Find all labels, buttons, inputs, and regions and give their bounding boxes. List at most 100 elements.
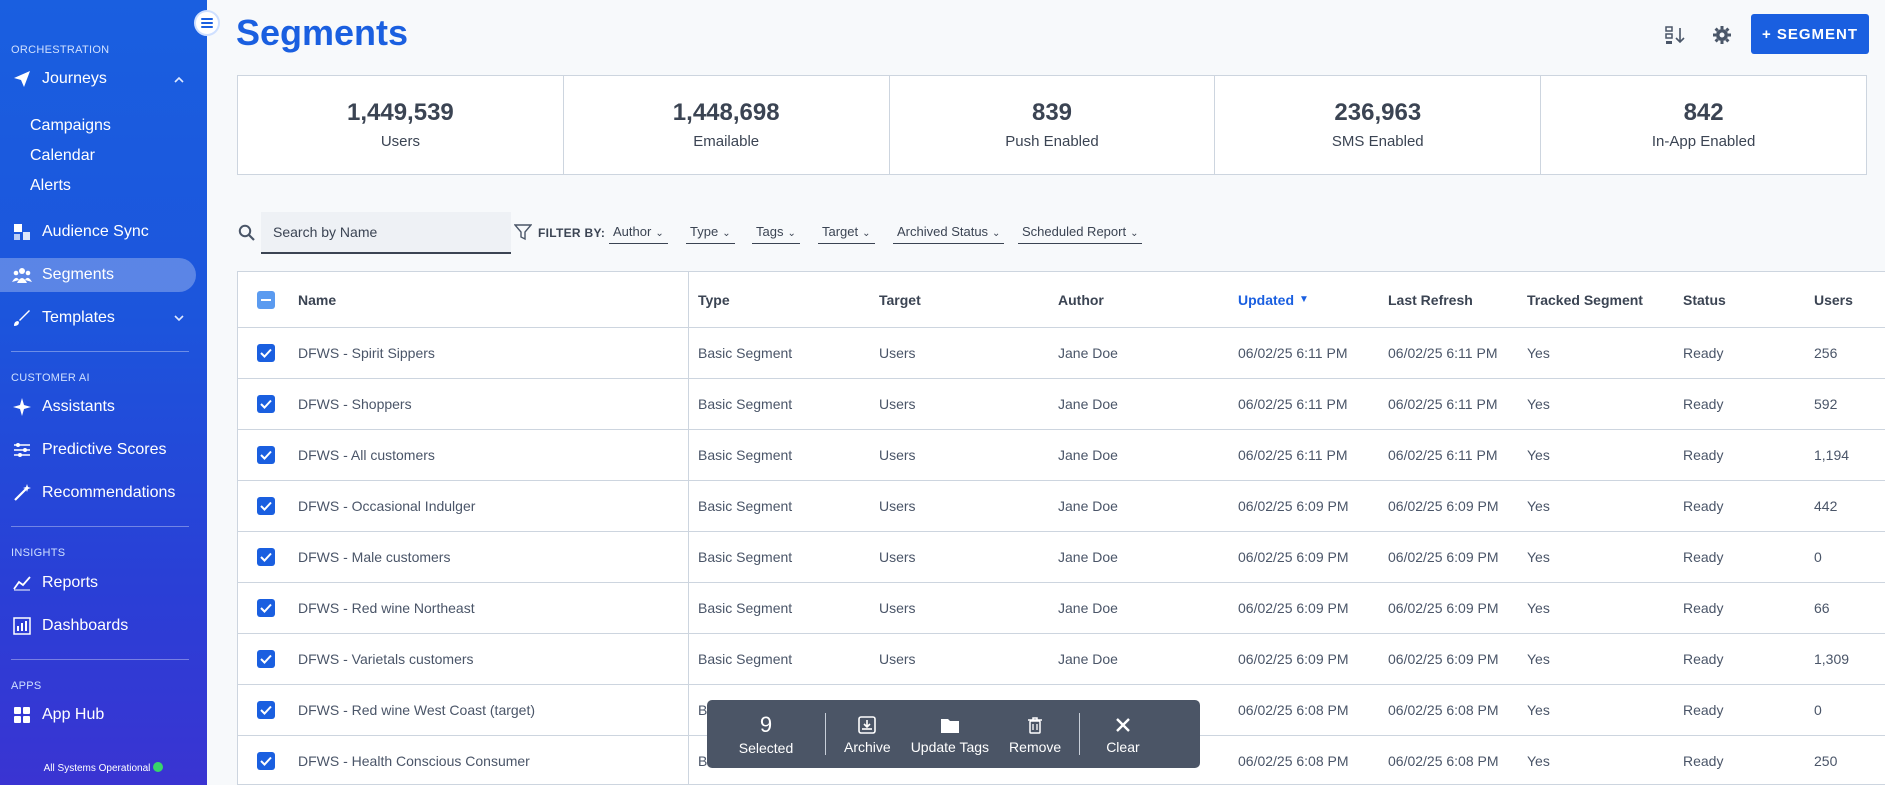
system-status[interactable]: All Systems Operational: [0, 762, 207, 774]
cell-last-refresh: 06/02/25 6:09 PM: [1388, 651, 1499, 667]
sidebar-item-journeys[interactable]: Journeys: [0, 62, 196, 96]
cell-name[interactable]: DFWS - Male customers: [298, 532, 450, 582]
cell-name[interactable]: DFWS - Occasional Indulger: [298, 481, 475, 531]
chevron-up-icon[interactable]: [174, 72, 184, 86]
filter-dropdown-tags[interactable]: Tags ⌄: [752, 224, 800, 244]
sidebar-subitem-campaigns[interactable]: Campaigns: [30, 117, 111, 135]
cell-users: 256: [1814, 345, 1838, 361]
line-chart-icon: [12, 573, 32, 593]
filter-dropdown-label: Author: [613, 224, 652, 239]
row-checkbox[interactable]: [257, 634, 275, 684]
select-all-checkbox[interactable]: [257, 272, 275, 327]
cell-last-refresh: 06/02/25 6:09 PM: [1388, 498, 1499, 514]
search-icon: [238, 224, 255, 246]
sidebar-item-label: Predictive Scores: [42, 441, 167, 458]
table-row[interactable]: DFWS - Spirit Sippers Basic Segment Users J…: [238, 328, 1885, 379]
sidebar-item-templates[interactable]: Templates: [0, 301, 196, 335]
table-row[interactable]: DFWS - Shoppers Basic Segment Users Jane Do…: [238, 379, 1885, 430]
sidebar-item-segments[interactable]: Segments: [0, 258, 196, 292]
sidebar-item-dashboards[interactable]: Dashboards: [0, 609, 196, 643]
row-checkbox[interactable]: [257, 685, 275, 735]
column-header-last-refresh[interactable]: Last Refresh: [1388, 272, 1473, 327]
sidebar-item-audience-sync[interactable]: Audience Sync: [0, 215, 196, 249]
cell-last-refresh: 06/02/25 6:09 PM: [1388, 600, 1499, 616]
table-row[interactable]: DFWS - Occasional Indulger Basic Segment U…: [238, 481, 1885, 532]
chevron-down-icon: ⌄: [787, 228, 796, 239]
sidebar-item-app-hub[interactable]: App Hub: [0, 698, 196, 732]
column-header-author[interactable]: Author: [1058, 272, 1104, 327]
cell-type: Basic Segment: [698, 549, 793, 565]
cell-users: 250: [1814, 753, 1838, 769]
table-row[interactable]: DFWS - Male customers Basic Segment Users J…: [238, 532, 1885, 583]
row-checkbox[interactable]: [257, 532, 275, 582]
row-checkbox[interactable]: [257, 736, 275, 784]
selected-count-label: Selected: [738, 740, 794, 756]
cell-author: Jane Doe: [1058, 345, 1118, 361]
filter-dropdown-type[interactable]: Type ⌄: [686, 224, 735, 244]
update-tags-button[interactable]: Update Tags: [901, 714, 999, 755]
column-header-name[interactable]: Name: [298, 272, 336, 327]
gear-icon[interactable]: [1711, 24, 1733, 46]
page-title: Segments: [236, 12, 409, 53]
cell-target: Users: [879, 345, 916, 361]
sidebar-item-label: Segments: [42, 266, 115, 283]
filter-dropdown-scheduled-report[interactable]: Scheduled Report ⌄: [1018, 224, 1143, 244]
filter-dropdown-archived-status[interactable]: Archived Status ⌄: [893, 224, 1005, 244]
cell-type: Basic Segment: [698, 345, 793, 361]
column-header-updated[interactable]: Updated ▼: [1238, 272, 1309, 327]
cell-name[interactable]: DFWS - Health Conscious Consumer: [298, 736, 530, 784]
column-header-target[interactable]: Target: [879, 272, 921, 327]
cell-tracked-segment: Yes: [1527, 396, 1550, 412]
apps-grid-icon: [12, 705, 32, 725]
column-header-tracked-segment[interactable]: Tracked Segment: [1527, 272, 1643, 327]
cell-type: Basic Segment: [698, 498, 793, 514]
clear-selection-button[interactable]: Clear: [1080, 714, 1149, 755]
cell-name[interactable]: DFWS - Varietals customers: [298, 634, 474, 684]
row-checkbox[interactable]: [257, 583, 275, 633]
table-row[interactable]: DFWS - All customers Basic Segment Users Ja…: [238, 430, 1885, 481]
row-checkbox[interactable]: [257, 481, 275, 531]
search-field: [261, 212, 511, 254]
cell-name[interactable]: DFWS - Red wine Northeast: [298, 583, 475, 633]
column-header-type[interactable]: Type: [698, 272, 730, 327]
cell-author: Jane Doe: [1058, 549, 1118, 565]
sidebar-subitem-alerts[interactable]: Alerts: [30, 177, 71, 195]
close-icon: [1106, 714, 1139, 736]
column-sort-icon[interactable]: [1664, 24, 1686, 46]
row-checkbox[interactable]: [257, 379, 275, 429]
cell-updated: 06/02/25 6:09 PM: [1238, 549, 1349, 565]
sidebar-item-label: Recommendations: [42, 484, 176, 501]
remove-button[interactable]: Remove: [999, 714, 1071, 755]
column-header-users[interactable]: Users: [1814, 272, 1853, 327]
row-checkbox[interactable]: [257, 430, 275, 480]
sidebar-item-label: Audience Sync: [42, 223, 149, 240]
column-header-status[interactable]: Status: [1683, 272, 1726, 327]
filter-dropdown-author[interactable]: Author ⌄: [609, 224, 668, 244]
stat-emailable: 1,448,698 Emailable: [564, 76, 890, 174]
table-row[interactable]: DFWS - Red wine Northeast Basic Segment Us…: [238, 583, 1885, 634]
search-input[interactable]: [261, 212, 511, 252]
chevron-down-icon[interactable]: [174, 311, 184, 325]
add-segment-button[interactable]: + SEGMENT: [1751, 14, 1869, 54]
sidebar-item-assistants[interactable]: Assistants: [0, 390, 196, 424]
stat-value: 842: [1683, 99, 1724, 126]
filter-dropdown-target[interactable]: Target ⌄: [818, 224, 875, 244]
cell-name[interactable]: DFWS - Spirit Sippers: [298, 328, 435, 378]
sidebar-divider: [11, 351, 189, 352]
cell-name[interactable]: DFWS - All customers: [298, 430, 435, 480]
stat-value: 1,449,539: [347, 99, 454, 126]
sidebar-item-reports[interactable]: Reports: [0, 566, 196, 600]
table-row[interactable]: DFWS - Varietals customers Basic Segment U…: [238, 634, 1885, 685]
stat-push-enabled: 839 Push Enabled: [890, 76, 1216, 174]
sidebar-item-predictive-scores[interactable]: Predictive Scores: [0, 433, 196, 467]
cell-name[interactable]: DFWS - Shoppers: [298, 379, 412, 429]
sidebar-subitem-calendar[interactable]: Calendar: [30, 147, 95, 165]
sidebar-item-recommendations[interactable]: Recommendations: [0, 476, 196, 510]
archive-button[interactable]: Archive: [826, 714, 901, 755]
dashboard-icon: [12, 616, 32, 636]
cell-users: 0: [1814, 549, 1822, 565]
row-checkbox[interactable]: [257, 328, 275, 378]
collapse-sidebar-button[interactable]: [194, 10, 220, 36]
chevron-down-icon: ⌄: [862, 228, 871, 239]
cell-name[interactable]: DFWS - Red wine West Coast (target): [298, 685, 535, 735]
